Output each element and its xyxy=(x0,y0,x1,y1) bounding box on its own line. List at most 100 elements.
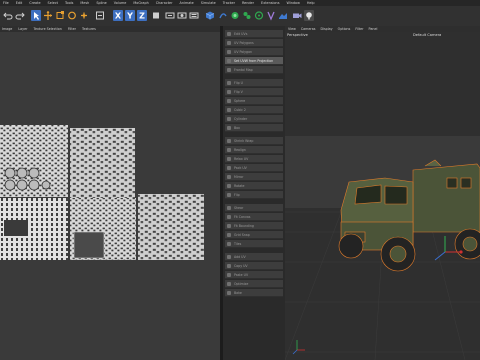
main-menu-item[interactable]: File xyxy=(3,1,9,5)
axis-z-button[interactable]: Z xyxy=(137,10,147,21)
axis-y-label: Y xyxy=(126,12,133,21)
viewport-menu-item[interactable]: Filter xyxy=(355,27,363,31)
uv-command-item[interactable]: Pack UV xyxy=(225,164,283,172)
uv-command-item[interactable]: Shrink Wrap xyxy=(225,137,283,145)
uv-command-item[interactable]: Flip xyxy=(225,191,283,199)
uv-command-item[interactable]: Frontal Map xyxy=(225,66,283,74)
viewport-menu-item[interactable]: Options xyxy=(338,27,351,31)
uv-command-label: Bake xyxy=(234,291,242,295)
main-menu-item[interactable]: Render xyxy=(242,1,254,5)
move-tool-icon[interactable] xyxy=(43,10,53,21)
uv-command-label: Flip xyxy=(234,193,240,197)
uv-command-item[interactable]: Fit Bounding xyxy=(225,222,283,230)
uv-command-item[interactable]: Rotate xyxy=(225,182,283,190)
main-menu-item[interactable]: Create xyxy=(29,1,40,5)
uv-command-item[interactable]: Flip V xyxy=(225,88,283,96)
uv-menu-item[interactable]: Textures xyxy=(82,27,96,31)
cube-object-icon[interactable] xyxy=(205,10,215,21)
main-menu-item[interactable]: Mesh xyxy=(80,1,89,5)
main-menu-item[interactable]: Volume xyxy=(114,1,127,5)
uv-command-item[interactable]: Paste UV xyxy=(225,271,283,279)
uv-command-item[interactable]: Sphere xyxy=(225,97,283,105)
main-menu-item[interactable]: Tools xyxy=(65,1,73,5)
main-menu-item[interactable]: Extensions xyxy=(261,1,279,5)
main-menu-item[interactable]: Spline xyxy=(96,1,106,5)
uv-command-icon xyxy=(227,108,231,112)
uv-command-icon xyxy=(227,139,231,143)
uv-command-label: Cubic 2 xyxy=(234,108,246,112)
undo-icon[interactable] xyxy=(3,10,13,21)
subdivision-surface-icon[interactable] xyxy=(230,10,240,21)
uv-command-item[interactable]: Realign xyxy=(225,146,283,154)
uv-menu-item[interactable]: Filter xyxy=(68,27,76,31)
uv-menu-item[interactable]: Texture Selection xyxy=(34,27,62,31)
main-menu-item[interactable]: Select xyxy=(48,1,58,5)
uv-command-icon xyxy=(227,166,231,170)
uv-command-item[interactable]: Optimize xyxy=(225,280,283,288)
render-picture-viewer-icon[interactable] xyxy=(177,10,187,21)
axis-x-button[interactable]: X xyxy=(113,10,123,21)
main-menu-item[interactable]: Edit xyxy=(16,1,23,5)
uv-command-icon xyxy=(227,59,231,63)
main-menu-item[interactable]: Tracker xyxy=(223,1,235,5)
main-menu-item[interactable]: MoGraph xyxy=(133,1,148,5)
uv-command-item[interactable]: Set UVW from Projection xyxy=(225,57,283,65)
axis-y-button[interactable]: Y xyxy=(125,10,135,21)
uv-command-label: Pack UV xyxy=(234,166,247,170)
uv-command-item[interactable]: Copy UV xyxy=(225,262,283,270)
main-menu-item[interactable]: Help xyxy=(307,1,315,5)
scale-tool-icon[interactable] xyxy=(55,10,65,21)
uv-command-item[interactable]: UV Polygons xyxy=(225,39,283,47)
viewport-menu-item[interactable]: Display xyxy=(320,27,332,31)
uv-command-item[interactable]: Relax UV xyxy=(225,155,283,163)
uv-command-item[interactable]: Box xyxy=(225,124,283,132)
axis-x-label: X xyxy=(115,12,122,21)
uv-command-icon xyxy=(227,273,231,277)
uv-command-item[interactable]: Edit UVs xyxy=(225,30,283,38)
object-mode-icon[interactable] xyxy=(151,10,161,21)
uv-command-label: UV Polygons xyxy=(234,41,254,45)
main-menu-item[interactable]: Window xyxy=(286,1,299,5)
viewport-menu-item[interactable]: Cameras xyxy=(301,27,316,31)
uv-command-item[interactable]: Fit Canvas xyxy=(225,213,283,221)
uv-command-item[interactable]: Bake xyxy=(225,289,283,297)
spline-pen-icon[interactable] xyxy=(218,10,228,21)
environment-icon[interactable] xyxy=(278,10,288,21)
recent-tool-icon[interactable] xyxy=(79,10,89,21)
uv-command-icon xyxy=(227,157,231,161)
uv-command-item[interactable]: Tiles xyxy=(225,240,283,248)
uv-menu-item[interactable]: Image xyxy=(2,27,12,31)
field-icon[interactable] xyxy=(254,10,264,21)
uv-command-label: Flip U xyxy=(234,81,243,85)
uv-command-item[interactable]: Add UV xyxy=(225,253,283,261)
perspective-viewport[interactable]: Perspective Default Camera xyxy=(285,32,480,360)
uv-command-label: Optimize xyxy=(234,282,249,286)
live-selection-icon[interactable] xyxy=(31,10,41,21)
rotate-tool-icon[interactable] xyxy=(67,10,77,21)
viewport-menu-item[interactable]: View xyxy=(288,27,296,31)
uv-command-item[interactable]: Cylinder xyxy=(225,115,283,123)
main-menu-item[interactable]: Animate xyxy=(180,1,194,5)
uv-command-item[interactable]: Cubic 2 xyxy=(225,106,283,114)
viewport-menu-item[interactable]: Panel xyxy=(369,27,378,31)
render-settings-icon[interactable] xyxy=(189,10,199,21)
redo-icon[interactable] xyxy=(15,10,25,21)
uv-command-item[interactable]: Grid Snap xyxy=(225,231,283,239)
uv-command-item[interactable]: Flip U xyxy=(225,79,283,87)
light-icon[interactable] xyxy=(304,10,314,21)
camera-icon[interactable] xyxy=(292,10,302,21)
uv-command-item[interactable]: Shear xyxy=(225,204,283,212)
uv-menu-item[interactable]: Layer xyxy=(18,27,27,31)
main-menu-item[interactable]: Simulate xyxy=(201,1,216,5)
cloner-icon[interactable] xyxy=(242,10,252,21)
uv-command-icon xyxy=(227,291,231,295)
uv-island-grid xyxy=(73,231,105,259)
uv-command-label: Cylinder xyxy=(234,117,248,121)
uv-texture-view[interactable] xyxy=(0,32,220,360)
uv-command-item[interactable]: UV Polygon xyxy=(225,48,283,56)
uv-command-item[interactable]: Mirror xyxy=(225,173,283,181)
coordinate-system-icon[interactable] xyxy=(95,10,105,21)
deformer-icon[interactable] xyxy=(266,10,276,21)
render-view-icon[interactable] xyxy=(165,10,175,21)
main-menu-item[interactable]: Character xyxy=(156,1,173,5)
